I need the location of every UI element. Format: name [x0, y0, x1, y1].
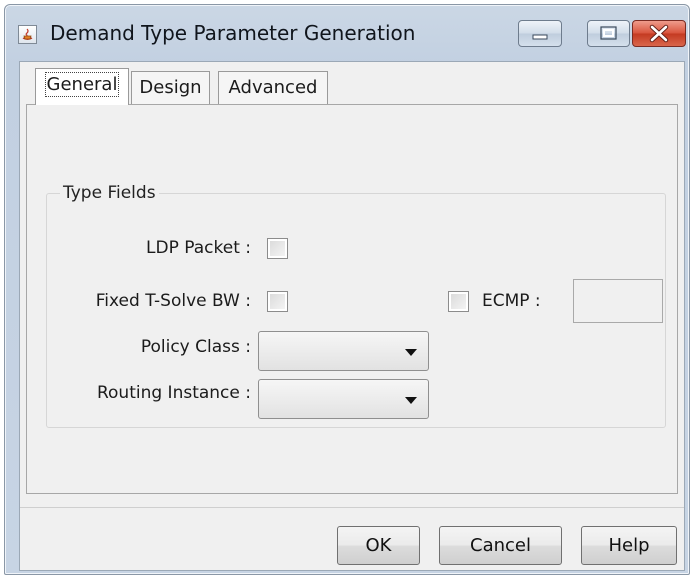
tab-general[interactable]: General [35, 68, 129, 105]
button-row-divider [20, 507, 684, 508]
policy-class-label: Policy Class : [140, 337, 251, 357]
dialog-content: General Design Advanced Type Fields LDP … [19, 61, 685, 571]
close-button[interactable] [632, 20, 686, 47]
ecmp-label: ECMP : [482, 291, 541, 311]
tab-advanced-label: Advanced [228, 77, 318, 98]
policy-class-dropdown[interactable] [258, 331, 429, 371]
minimize-icon [532, 34, 548, 40]
chevron-down-icon [405, 349, 417, 356]
routing-instance-dropdown[interactable] [258, 379, 429, 419]
tab-design-label: Design [139, 77, 202, 98]
help-button[interactable]: Help [581, 526, 677, 565]
maximize-icon [600, 26, 617, 40]
ok-button[interactable]: OK [337, 526, 420, 565]
ldp-packet-checkbox[interactable] [267, 238, 288, 259]
maximize-button[interactable] [587, 20, 630, 47]
ldp-packet-label: LDP Packet : [146, 238, 251, 258]
cancel-button[interactable]: Cancel [439, 526, 562, 565]
title-bar[interactable]: Demand Type Parameter Generation [5, 5, 689, 61]
general-tab-panel: Type Fields LDP Packet : Fixed T-Solve B… [26, 104, 678, 494]
ecmp-field[interactable] [573, 279, 663, 323]
fixed-tsolve-bw-label: Fixed T-Solve BW : [95, 291, 251, 311]
fixed-tsolve-bw-checkbox[interactable] [267, 291, 288, 312]
tab-design[interactable]: Design [131, 71, 210, 104]
tab-advanced[interactable]: Advanced [218, 71, 328, 104]
type-fields-legend: Type Fields [63, 183, 156, 203]
ecmp-checkbox[interactable] [448, 291, 469, 312]
routing-instance-label: Routing Instance : [96, 383, 251, 403]
window-title: Demand Type Parameter Generation [50, 21, 416, 45]
java-app-icon[interactable] [18, 25, 37, 44]
tab-general-label: General [44, 72, 120, 97]
chevron-down-icon [405, 397, 417, 404]
dialog-window: Demand Type Parameter Generation General… [4, 4, 690, 575]
close-icon [649, 24, 669, 43]
minimize-button[interactable] [518, 20, 562, 47]
